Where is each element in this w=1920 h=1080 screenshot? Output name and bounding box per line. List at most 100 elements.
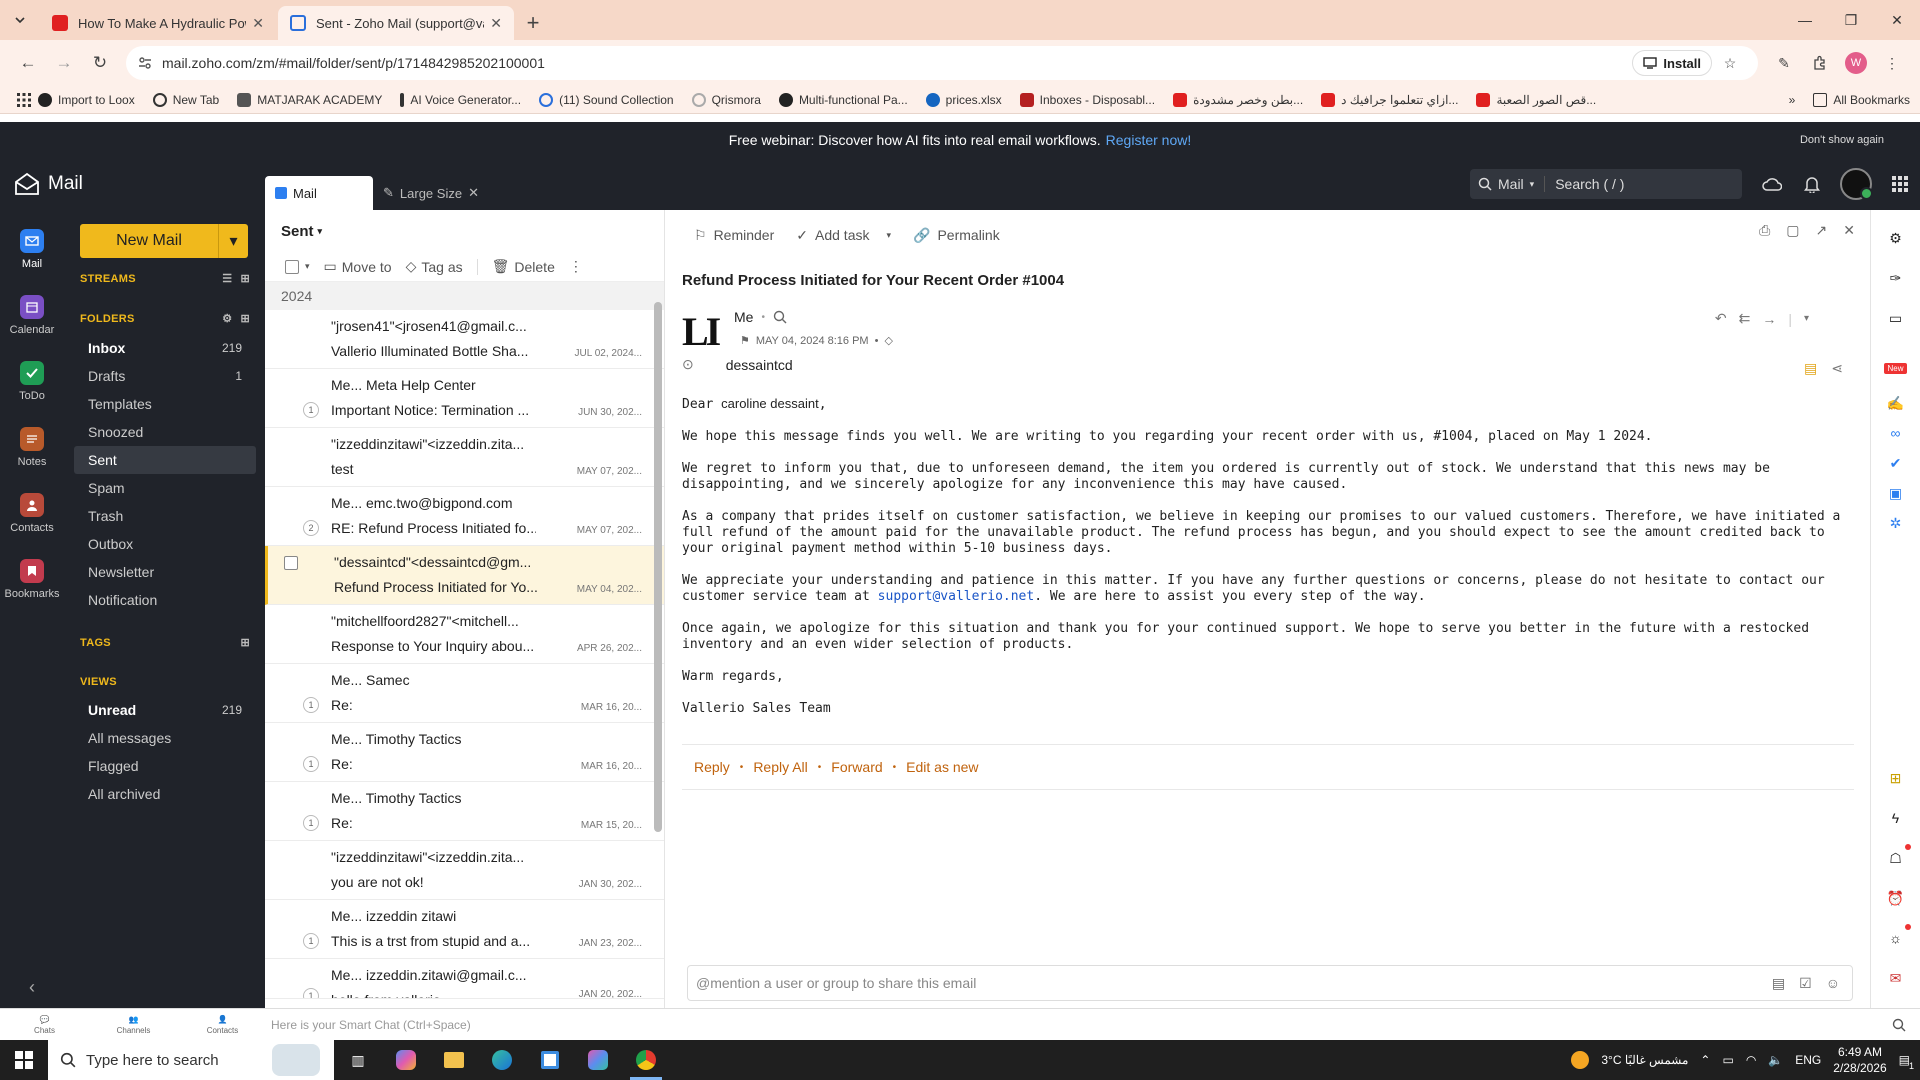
bookmark-item[interactable]: Qrismora <box>691 92 761 107</box>
task-icon[interactable]: ✔ <box>1871 448 1920 478</box>
more-actions-icon[interactable]: ⋮ <box>569 258 583 275</box>
attach-note-icon[interactable]: ▤ <box>1772 975 1785 992</box>
clock[interactable]: 6:49 AM 2/28/2026 <box>1833 1044 1886 1076</box>
move-to-button[interactable]: ▭ Move to <box>324 258 392 275</box>
emoji-icon[interactable]: ☺ <box>1826 975 1840 992</box>
folder-newsletter[interactable]: Newsletter <box>74 558 256 586</box>
new-feature-icon[interactable]: New <box>1871 348 1920 388</box>
notification-icon[interactable]: ▤ 1 <box>1899 1053 1914 1071</box>
bookmark-item[interactable]: (11) Sound Collection <box>539 92 674 107</box>
site-info-icon[interactable] <box>136 54 154 72</box>
user-avatar[interactable] <box>1832 164 1880 204</box>
tag-icon[interactable]: ◇ <box>884 334 892 347</box>
support-email-link[interactable]: support@vallerio.net <box>878 589 1035 604</box>
contacts-button[interactable]: 👤 Contacts <box>178 1015 267 1035</box>
rail-bookmarks[interactable]: Bookmarks <box>0 546 64 612</box>
rail-contacts[interactable]: Contacts <box>0 480 64 546</box>
integration-icon[interactable]: ✲ <box>1871 508 1920 538</box>
folder-drafts[interactable]: Drafts 1 <box>74 362 256 390</box>
chevron-down-icon[interactable]: ▾ <box>305 261 310 272</box>
windows-start-icon[interactable] <box>0 1040 48 1080</box>
recipient[interactable]: dessaintcd <box>726 357 793 373</box>
rail-calendar[interactable]: Calendar <box>0 282 64 348</box>
apps-grid-icon[interactable] <box>10 82 38 118</box>
back-button[interactable]: ← <box>10 45 46 81</box>
address-bar[interactable]: mail.zoho.com/zm/#mail/folder/sent/p/171… <box>126 46 1758 80</box>
close-tab-icon[interactable]: ✕ <box>252 15 264 32</box>
mail-row-selected[interactable]: "dessaintcd"<dessaintcd@gm... Refund Proc… <box>265 546 664 605</box>
add-app-icon[interactable]: ⊞ <box>1871 758 1920 798</box>
mail-row[interactable]: Me... Meta Help Center Important Notice: … <box>265 369 664 428</box>
view-unread[interactable]: Unread 219 <box>74 696 256 724</box>
pen-extension-icon[interactable]: ✎ <box>1766 45 1802 81</box>
folder-templates[interactable]: Templates <box>74 390 256 418</box>
mail-brand[interactable]: Mail <box>0 172 265 196</box>
bookmark-item[interactable]: ازاي تتعلموا جرافيك د... <box>1321 92 1458 107</box>
read-mode-icon[interactable]: ▤ <box>1804 360 1817 377</box>
add-task-button[interactable]: ✓ Add task ▾ <box>796 227 891 244</box>
mail-row[interactable]: Me... izzeddin.zitawi@gmail.c...hello fr… <box>265 959 664 999</box>
weather-icon[interactable] <box>1571 1051 1590 1069</box>
checklist-icon[interactable]: ☑ <box>1799 975 1812 992</box>
row-checkbox[interactable] <box>284 556 298 570</box>
mail-row[interactable]: Me... izzeddin zitawi This is a trst from… <box>265 900 664 959</box>
folder-inbox[interactable]: Inbox 219 <box>74 334 256 362</box>
more-bookmarks-icon[interactable]: » <box>1789 93 1796 107</box>
print-icon[interactable]: ⎙ <box>1759 222 1770 239</box>
channels-button[interactable]: 👥 Channels <box>89 1015 178 1035</box>
more-options-icon[interactable]: ▾ <box>1804 313 1809 324</box>
chats-button[interactable]: 💬 Chats <box>0 1015 89 1035</box>
share-icon[interactable]: ⋖ <box>1831 360 1843 377</box>
bookmark-item[interactable]: Import to Loox <box>38 92 135 107</box>
flag-icon[interactable]: ⚑ <box>740 334 750 347</box>
add-folder-icon[interactable]: ⊞ <box>240 312 250 325</box>
volume-icon[interactable]: 🔈 <box>1768 1053 1783 1067</box>
wifi-icon[interactable]: ◠ <box>1746 1053 1756 1067</box>
chat-bot-icon[interactable]: ☖ <box>1871 838 1920 878</box>
forward-button[interactable]: → <box>46 45 82 81</box>
language[interactable]: ENG <box>1795 1053 1821 1067</box>
task-view-icon[interactable]: ▥ <box>334 1040 382 1080</box>
comment-icon[interactable]: ▢ <box>1786 222 1799 239</box>
search-icon[interactable] <box>773 310 787 324</box>
calendar-widget-icon[interactable]: ▭ <box>1871 298 1920 338</box>
profile-avatar[interactable]: W <box>1838 45 1874 81</box>
new-tab-button[interactable]: + <box>516 6 550 40</box>
search-icon[interactable] <box>1892 1018 1906 1032</box>
view-all-archived[interactable]: All archived <box>74 780 256 808</box>
signature-icon[interactable]: ✍ <box>1871 388 1920 418</box>
view-all-messages[interactable]: All messages <box>74 724 256 752</box>
expand-details-icon[interactable]: ⊙ <box>682 356 694 373</box>
cloud-sync-icon[interactable] <box>1752 164 1792 204</box>
minimize-button[interactable]: — <box>1782 0 1828 40</box>
tab-search-icon[interactable] <box>0 0 40 40</box>
tag-as-button[interactable]: ◇ Tag as <box>406 258 463 275</box>
browser-tab-zoho-mail[interactable]: Sent - Zoho Mail (support@vall ✕ <box>278 6 514 40</box>
bookmark-item[interactable]: New Tab <box>152 92 219 107</box>
mail-row[interactable]: "mitchellfoord2827"<mitchell... Response … <box>265 605 664 664</box>
bookmark-item[interactable]: prices.xlsx <box>925 92 1002 107</box>
battery-icon[interactable]: ▭ <box>1722 1053 1733 1067</box>
delete-button[interactable]: 🗑 Delete <box>492 258 555 275</box>
share-mention-input[interactable]: @mention a user or group to share this e… <box>687 965 1853 1001</box>
search-box[interactable]: Mail ▾ Search ( / ) <box>1470 169 1742 199</box>
mail-row[interactable]: Me... Timothy Tactics Re: 1 MAR 15, 20... <box>265 782 664 841</box>
rail-todo[interactable]: ToDo <box>0 348 64 414</box>
brush-icon[interactable]: ✑ <box>1871 258 1920 298</box>
close-tab-icon[interactable]: ✕ <box>490 15 502 32</box>
bookmark-item[interactable]: بطن وخصر مشدودة... <box>1173 92 1303 107</box>
gear-icon[interactable]: ⚙ <box>222 312 232 325</box>
brightness-icon[interactable]: ☼ <box>1871 918 1920 958</box>
dont-show-again-link[interactable]: Don't show again <box>1800 134 1884 146</box>
mail-row[interactable]: Me... Samec Re: 1 MAR 16, 20... <box>265 664 664 723</box>
mail-row[interactable]: "jrosen41"<jrosen41@gmail.c... Vallerio I… <box>265 310 664 369</box>
close-icon[interactable]: ✕ <box>1843 222 1855 239</box>
reply-link[interactable]: Reply <box>694 759 730 775</box>
rail-notes[interactable]: Notes <box>0 414 64 480</box>
restore-button[interactable]: ❐ <box>1828 0 1874 40</box>
bookmark-item[interactable]: MATJARAK ACADEMY <box>237 92 382 107</box>
tab-mail[interactable]: Mail <box>265 176 373 210</box>
sender-name[interactable]: Me <box>734 309 753 325</box>
scroll-thumb[interactable] <box>654 302 662 832</box>
settings-icon[interactable]: ⚙ <box>1871 218 1920 258</box>
